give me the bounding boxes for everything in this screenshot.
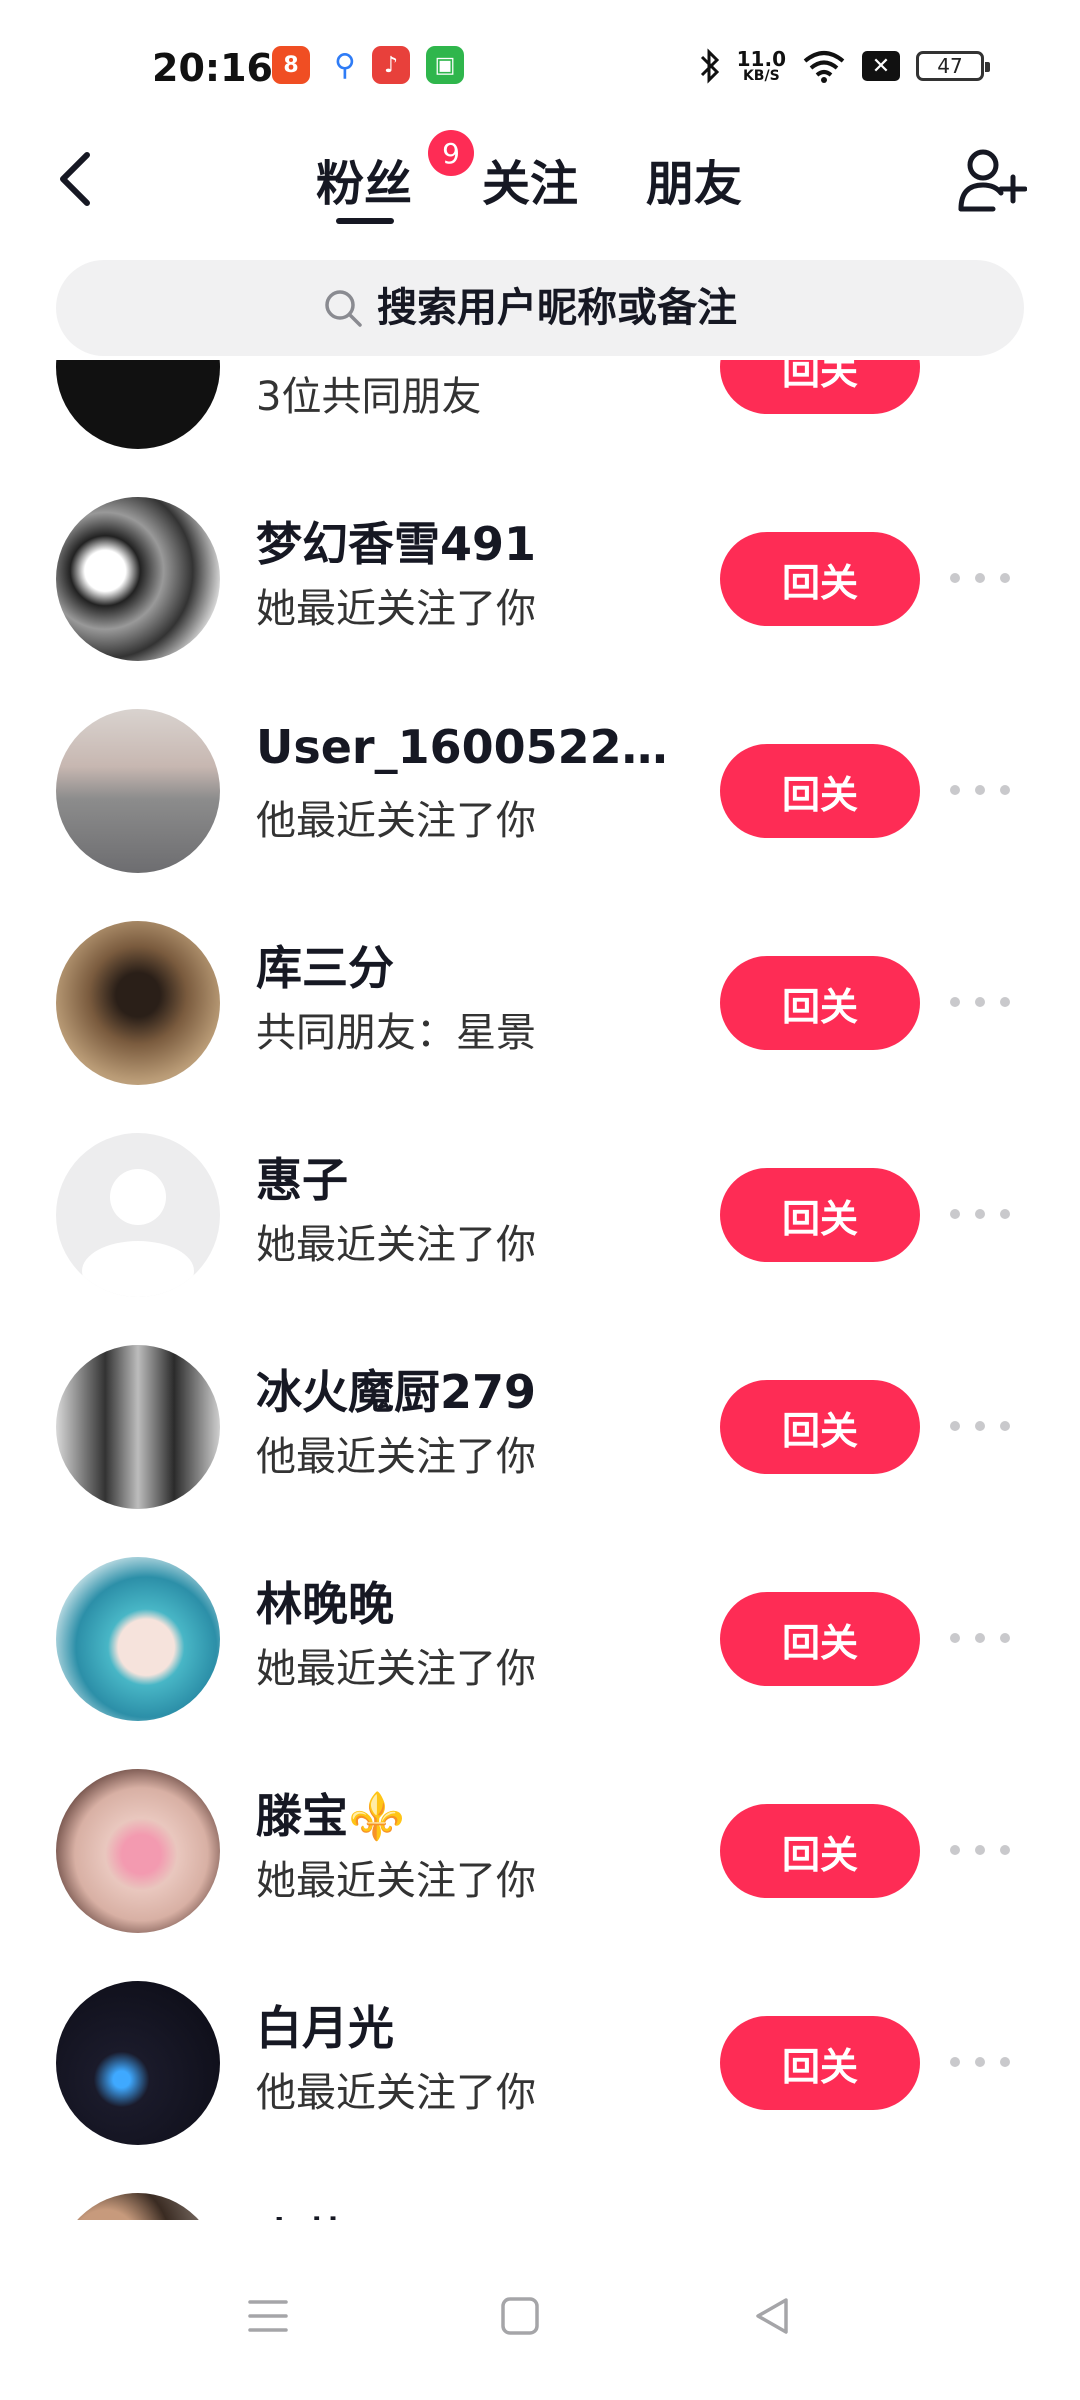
- tab-following[interactable]: 关注: [482, 144, 578, 214]
- avatar: [56, 1345, 220, 1509]
- follower-subtitle: 她最近关注了你: [256, 1646, 536, 1692]
- follow-back-button[interactable]: 回关: [720, 956, 920, 1050]
- home-button[interactable]: [480, 2276, 560, 2356]
- avatar: [56, 1557, 220, 1721]
- back-nav-button[interactable]: [732, 2276, 812, 2356]
- follower-name: 冰火魔厨279: [256, 1365, 537, 1419]
- follower-subtitle: 共同朋友：星景: [256, 1010, 536, 1056]
- list-item[interactable]: 滕宝⚜️ 她最近关注了你 回关: [0, 1744, 1080, 1956]
- search-input[interactable]: [377, 285, 757, 331]
- list-item[interactable]: 白月光 他最近关注了你 回关: [0, 1956, 1080, 2168]
- default-avatar: [56, 1133, 220, 1297]
- more-options-icon[interactable]: [950, 1828, 1010, 1872]
- avatar: [56, 709, 220, 873]
- status-indicators: 11.0 KB/S ✕ 47: [699, 44, 990, 88]
- list-item[interactable]: 库三分 共同朋友：星景 回关: [0, 896, 1080, 1108]
- follower-subtitle: 他最近关注了你: [256, 798, 536, 844]
- status-bar: 20:16 8 ⚲ ♪ ▣ 11.0 KB/S ✕ 47: [0, 0, 1080, 130]
- battery-indicator: 47: [916, 51, 990, 81]
- follower-name: User_1600522579...: [256, 720, 676, 774]
- follow-back-button[interactable]: 回关: [720, 1380, 920, 1474]
- follower-name: 小芸^: [256, 2204, 387, 2220]
- follower-name: 白月光: [256, 2001, 394, 2055]
- list-item[interactable]: 惠子 她最近关注了你 回关: [0, 1108, 1080, 1320]
- menu-icon: [248, 2300, 288, 2332]
- avatar: [56, 1769, 220, 1933]
- music-app-icon: ♪: [372, 46, 410, 84]
- follower-name: 滕宝⚜️: [256, 1789, 406, 1843]
- avatar: [56, 2193, 220, 2220]
- notification-badge: 9: [428, 130, 474, 176]
- follower-subtitle: 他最近关注了你: [256, 2070, 536, 2116]
- follower-name: 惠子: [256, 1153, 348, 1207]
- active-tab-indicator: [336, 218, 394, 224]
- add-user-icon: [958, 149, 1027, 212]
- back-triangle-icon: [756, 2298, 788, 2334]
- follower-subtitle: 他最近关注了你: [256, 1434, 536, 1480]
- follower-name: 梦幻香雪491: [256, 517, 537, 571]
- avatar: [56, 497, 220, 661]
- avatar: [56, 360, 220, 449]
- follow-back-button[interactable]: 回关: [720, 2016, 920, 2110]
- search-icon: [325, 290, 362, 327]
- list-item[interactable]: 梦幻香雪491 她最近关注了你 回关: [0, 472, 1080, 684]
- avatar: [56, 1981, 220, 2145]
- list-item[interactable]: User_1600522579... 他最近关注了你 回关: [0, 684, 1080, 896]
- more-options-icon[interactable]: [950, 1616, 1010, 1660]
- network-speed: 11.0 KB/S: [737, 49, 786, 83]
- follow-back-button[interactable]: 回关: [720, 1168, 920, 1262]
- follow-back-button[interactable]: 回关: [720, 1592, 920, 1686]
- follow-back-button[interactable]: 回关: [720, 532, 920, 626]
- list-item[interactable]: 林晚晚 她最近关注了你 回关: [0, 1532, 1080, 1744]
- store-app-icon: ▣: [426, 46, 464, 84]
- more-options-icon[interactable]: [950, 1404, 1010, 1448]
- follower-subtitle: 3位共同朋友: [256, 374, 482, 420]
- bluetooth-icon: [700, 48, 719, 84]
- system-nav-bar: [0, 2220, 1080, 2400]
- menu-button[interactable]: [228, 2276, 308, 2356]
- no-sim-icon: ✕: [862, 51, 900, 81]
- search-app-icon: ⚲: [326, 46, 364, 84]
- follow-back-button[interactable]: 回关: [720, 744, 920, 838]
- more-options-icon[interactable]: [950, 556, 1010, 600]
- home-square-icon: [501, 2297, 539, 2335]
- more-options-icon[interactable]: [950, 768, 1010, 812]
- network-speed-unit: KB/S: [742, 68, 780, 84]
- list-item[interactable]: 小芸^ 回关: [0, 2168, 1080, 2220]
- more-options-icon[interactable]: [950, 980, 1010, 1024]
- follow-back-button[interactable]: 回关: [720, 360, 920, 414]
- clock: 20:16: [152, 46, 273, 90]
- app-notification-icon: 8: [272, 46, 310, 84]
- search-bar[interactable]: [56, 260, 1024, 356]
- follow-back-button[interactable]: 回关: [720, 1804, 920, 1898]
- follower-subtitle: 她最近关注了你: [256, 1858, 536, 1904]
- network-speed-value: 11.0: [736, 47, 786, 71]
- tab-fans[interactable]: 粉丝: [316, 144, 412, 214]
- follower-subtitle: 她最近关注了你: [256, 1222, 536, 1268]
- wifi-icon: [803, 51, 845, 83]
- tab-friends[interactable]: 朋友: [646, 144, 742, 214]
- follower-name: 库三分: [256, 941, 394, 995]
- avatar: [56, 921, 220, 1085]
- more-options-icon[interactable]: [950, 1192, 1010, 1236]
- list-item[interactable]: 冰火魔厨279 他最近关注了你 回关: [0, 1320, 1080, 1532]
- add-friend-button[interactable]: [952, 140, 1032, 220]
- battery-level: 47: [937, 54, 963, 78]
- chevron-left-icon: [60, 152, 90, 206]
- back-button[interactable]: [40, 144, 110, 214]
- more-options-icon[interactable]: [950, 2040, 1010, 2084]
- follower-subtitle: 她最近关注了你: [256, 586, 536, 632]
- list-item[interactable]: 3位共同朋友 回关: [0, 360, 1080, 472]
- header: 粉丝 9 关注 朋友: [0, 130, 1080, 240]
- follower-name: 林晚晚: [256, 1577, 394, 1631]
- user-placeholder-icon: [82, 1169, 194, 1297]
- follower-list: 3位共同朋友 回关 梦幻香雪491 她最近关注了你 回关 User_160052…: [0, 360, 1080, 2220]
